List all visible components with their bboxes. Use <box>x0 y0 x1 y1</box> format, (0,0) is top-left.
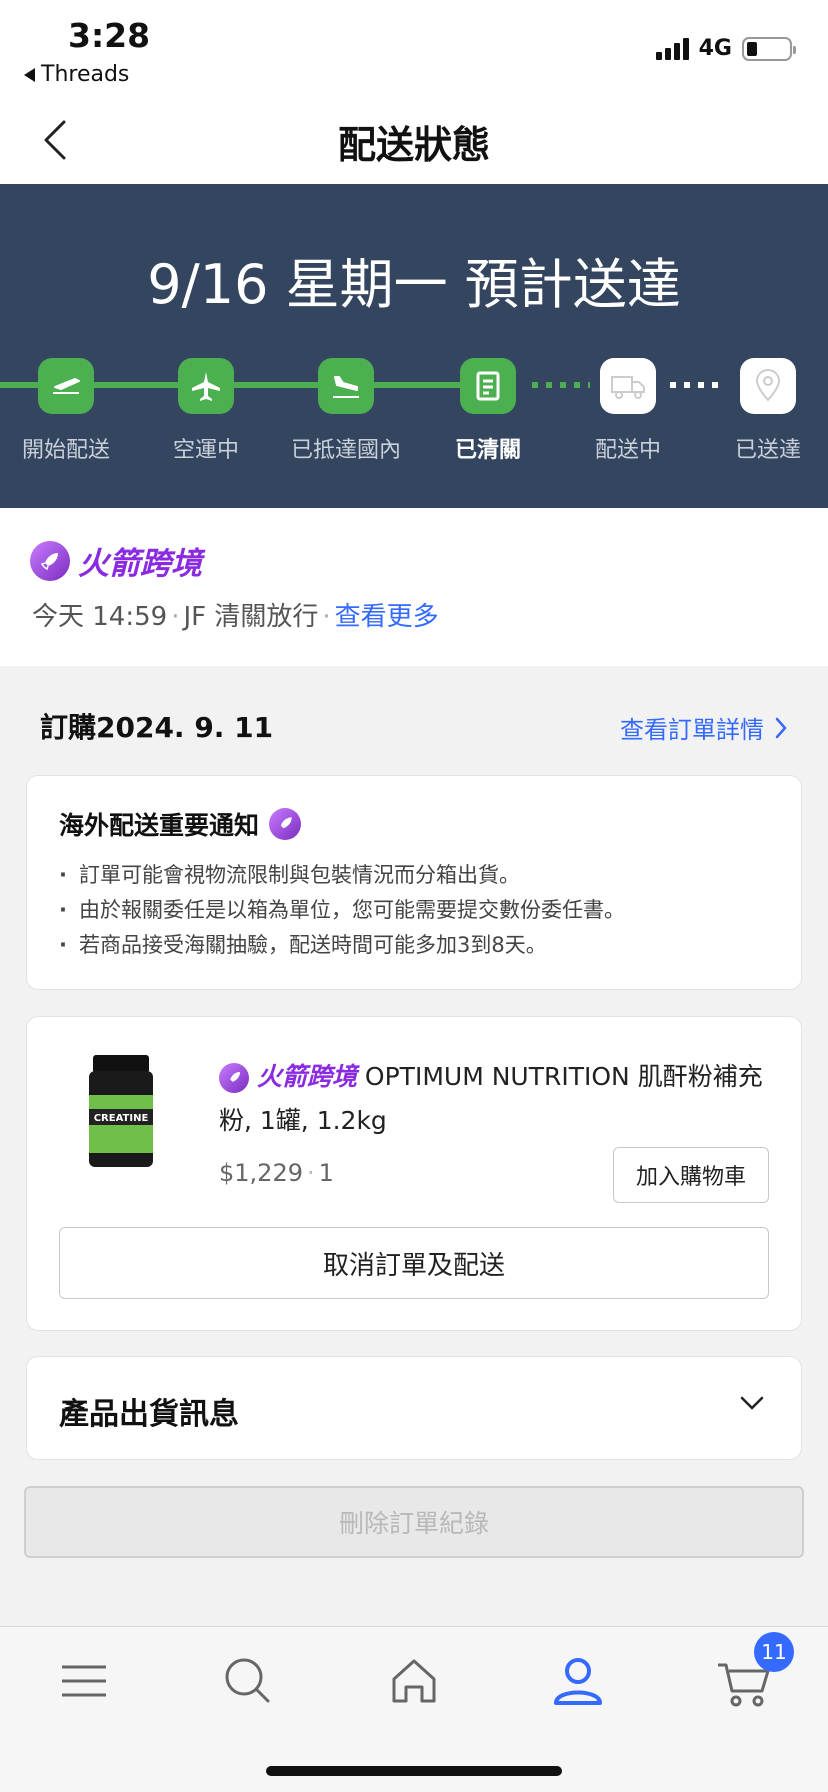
step-node-start-icon <box>38 358 94 414</box>
shipping-info-title: 產品出貨訊息 <box>59 1397 239 1432</box>
step-node-customs-icon <box>460 358 516 414</box>
product-image-label: CREATINE <box>94 1113 149 1124</box>
step-label-landed: 已抵達國內 <box>290 438 401 463</box>
carrier-section: 火箭跨境 今天 14:59 · JF 清關放行 · 查看更多 <box>0 508 828 666</box>
status-time: 3:28 <box>68 16 151 55</box>
step-label-customs: 已清關 <box>454 438 521 463</box>
battery-icon <box>742 36 796 61</box>
page-title: 配送狀態 <box>337 123 490 167</box>
delivery-status-banner: 9/16 星期一 預計送達 開始配送 空運中 已抵達國內 已清關 配送中 已送達 <box>0 184 828 508</box>
see-more-link[interactable]: 查看更多 <box>335 602 439 632</box>
carrier-time: 今天 14:59 <box>32 602 168 632</box>
home-indicator <box>266 1766 562 1776</box>
rocket-icon <box>269 808 302 840</box>
status-indicators: 4G <box>655 36 796 61</box>
step-label-flight: 空運中 <box>172 438 239 463</box>
search-icon[interactable] <box>218 1651 278 1711</box>
add-to-cart-button[interactable]: 加入購物車 <box>613 1147 769 1203</box>
profile-icon[interactable] <box>548 1651 608 1711</box>
page-header: 配送狀態 <box>0 96 828 184</box>
carrier-brand: 火箭跨境 <box>30 538 202 583</box>
back-to-app-link[interactable]: Threads <box>24 62 129 87</box>
order-detail-label: 查看訂單詳情 <box>620 716 764 744</box>
shipping-info-accordion[interactable]: 產品出貨訊息 <box>26 1356 802 1460</box>
step-label-start: 開始配送 <box>21 438 110 463</box>
network-label: 4G <box>698 36 732 61</box>
carrier-status: JF 清關放行 <box>183 602 319 632</box>
cart-badge: 11 <box>754 1632 794 1672</box>
chevron-right-icon <box>775 717 787 738</box>
rocket-icon <box>219 1063 249 1093</box>
status-bar: 3:28 Threads 4G <box>0 0 828 96</box>
carrier-status-line: 今天 14:59 · JF 清關放行 · 查看更多 <box>32 602 439 632</box>
overseas-notice-card: 海外配送重要通知 訂單可能會視物流限制與包裝情況而分箱出貨。 由於報關委任是以箱… <box>26 775 802 990</box>
step-label-delivering: 配送中 <box>594 438 661 463</box>
product-quantity: 1 <box>318 1159 334 1187</box>
notice-title-text: 海外配送重要通知 <box>59 811 260 840</box>
order-date: 訂購2024. 9. 11 <box>40 711 274 744</box>
order-detail-link[interactable]: 查看訂單詳情 <box>620 710 788 745</box>
product-price: $1,229 <box>219 1159 303 1187</box>
delete-order-button[interactable]: 刪除訂單紀錄 <box>24 1486 804 1558</box>
back-app-label: Threads <box>41 62 130 87</box>
product-image[interactable]: CREATINE <box>83 1051 159 1175</box>
notice-title: 海外配送重要通知 <box>59 806 302 842</box>
step-label-delivered: 已送達 <box>734 438 801 463</box>
step-node-truck-icon <box>600 358 656 414</box>
home-icon[interactable] <box>384 1651 444 1711</box>
signal-icon <box>655 37 689 60</box>
product-title[interactable]: 火箭跨境 OPTIMUM NUTRITION 肌酐粉補充粉, 1罐, 1.2kg <box>219 1055 779 1143</box>
carrier-brand-label: 火箭跨境 <box>78 546 202 582</box>
rocket-icon <box>30 540 70 581</box>
notice-item: 若商品接受海關抽驗，配送時間可能多加3到8天。 <box>59 928 625 963</box>
menu-icon[interactable] <box>54 1651 114 1711</box>
chevron-down-icon <box>740 1396 764 1410</box>
product-price-line: $1,229 · 1 <box>219 1159 334 1187</box>
notice-item: 訂單可能會視物流限制與包裝情況而分箱出貨。 <box>59 858 625 893</box>
back-triangle-icon <box>24 67 35 82</box>
notice-list: 訂單可能會視物流限制與包裝情況而分箱出貨。 由於報關委任是以箱為單位，您可能需要… <box>59 858 625 963</box>
cancel-order-button[interactable]: 取消訂單及配送 <box>59 1227 769 1299</box>
notice-item: 由於報關委任是以箱為單位，您可能需要提交數份委任書。 <box>59 893 625 928</box>
step-node-flight-icon <box>178 358 234 414</box>
step-node-delivered-icon <box>740 358 796 414</box>
product-card: CREATINE 火箭跨境 OPTIMUM NUTRITION 肌酐粉補充粉, … <box>26 1016 802 1331</box>
product-tag: 火箭跨境 <box>256 1062 357 1091</box>
order-header: 訂購2024. 9. 11 查看訂單詳情 <box>40 706 788 746</box>
step-node-landed-icon <box>318 358 374 414</box>
